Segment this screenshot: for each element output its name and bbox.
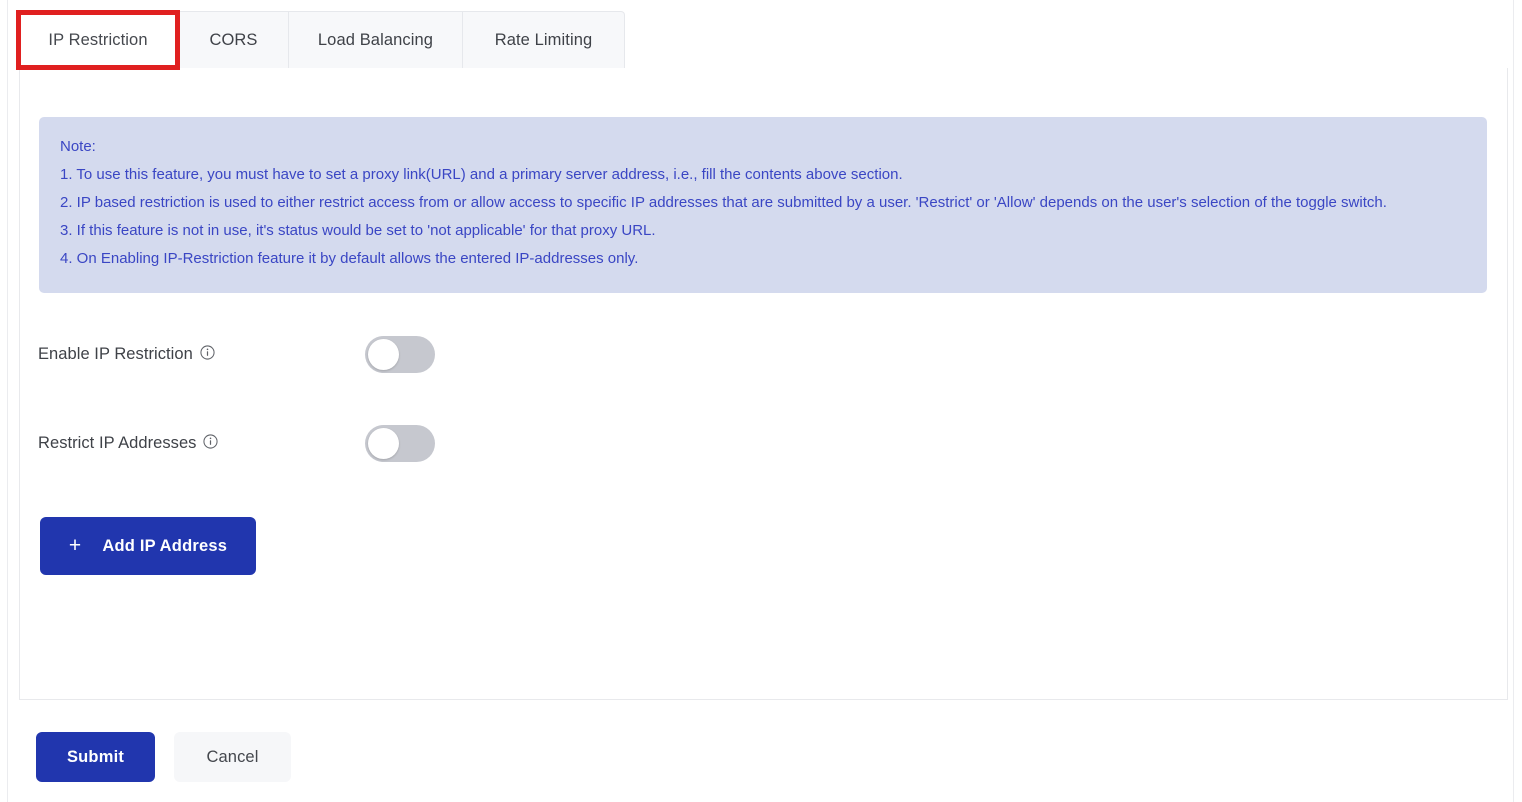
- submit-button[interactable]: Submit: [36, 732, 155, 782]
- info-circle-icon[interactable]: [203, 434, 218, 449]
- note-line-3: 3. If this feature is not in use, it's s…: [60, 217, 1466, 245]
- toggle-restrict-ip-addresses[interactable]: [365, 425, 435, 462]
- note-line-2: 2. IP based restriction is used to eithe…: [60, 189, 1466, 217]
- ip-restriction-panel: Note: 1. To use this feature, you must h…: [19, 68, 1508, 700]
- tab-ip-restriction[interactable]: IP Restriction: [17, 11, 179, 69]
- cancel-button[interactable]: Cancel: [174, 732, 291, 782]
- plus-icon: +: [69, 535, 81, 556]
- field-row-enable-ip-restriction: Enable IP Restriction: [38, 336, 435, 373]
- info-circle-icon[interactable]: [200, 345, 215, 360]
- add-ip-address-label: Add IP Address: [102, 537, 227, 556]
- left-rail: [0, 0, 8, 802]
- tab-load-balancing[interactable]: Load Balancing: [289, 11, 463, 69]
- label-enable-ip-restriction-text: Enable IP Restriction: [38, 345, 193, 364]
- note-banner: Note: 1. To use this feature, you must h…: [39, 117, 1487, 293]
- note-line-4: 4. On Enabling IP-Restriction feature it…: [60, 245, 1466, 273]
- tab-rate-limiting[interactable]: Rate Limiting: [463, 11, 625, 69]
- page-root: IP Restriction CORS Load Balancing Rate …: [0, 0, 1522, 802]
- right-rail: [1513, 0, 1522, 802]
- note-heading: Note:: [60, 133, 1466, 161]
- toggle-knob: [368, 339, 399, 370]
- label-enable-ip-restriction: Enable IP Restriction: [38, 345, 365, 364]
- label-restrict-ip-addresses: Restrict IP Addresses: [38, 434, 365, 453]
- toggle-enable-ip-restriction[interactable]: [365, 336, 435, 373]
- field-row-restrict-ip-addresses: Restrict IP Addresses: [38, 425, 435, 462]
- label-restrict-ip-addresses-text: Restrict IP Addresses: [38, 434, 196, 453]
- toggle-knob: [368, 428, 399, 459]
- add-ip-address-button[interactable]: + Add IP Address: [40, 517, 256, 575]
- tab-cors[interactable]: CORS: [179, 11, 289, 69]
- settings-tab-bar: IP Restriction CORS Load Balancing Rate …: [17, 11, 625, 69]
- note-line-1: 1. To use this feature, you must have to…: [60, 161, 1466, 189]
- form-footer: Submit Cancel: [36, 732, 291, 782]
